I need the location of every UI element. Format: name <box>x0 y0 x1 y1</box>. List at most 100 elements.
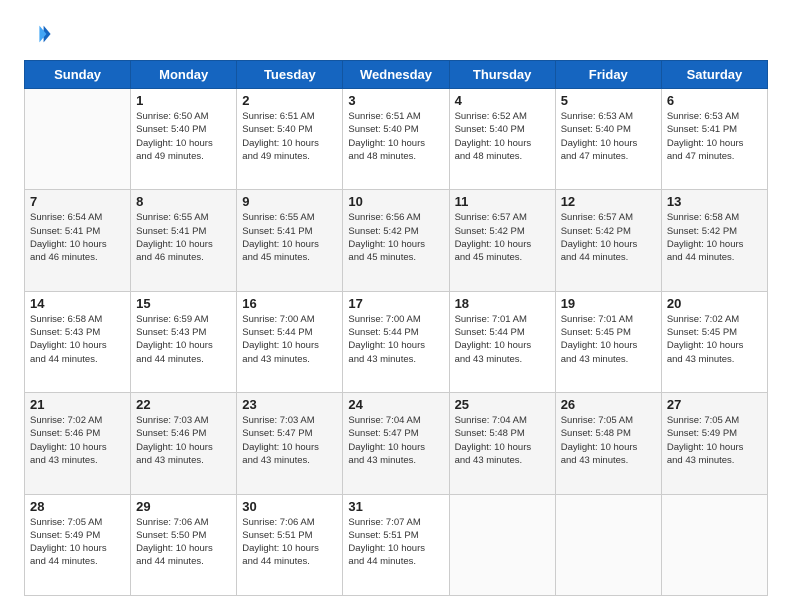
day-info: Sunrise: 7:00 AM Sunset: 5:44 PM Dayligh… <box>242 313 337 366</box>
calendar-cell: 3 Sunrise: 6:51 AM Sunset: 5:40 PM Daylig… <box>343 89 449 190</box>
day-number: 6 <box>667 93 762 108</box>
calendar-cell: 30 Sunrise: 7:06 AM Sunset: 5:51 PM Dayli… <box>237 494 343 595</box>
calendar-cell: 12 Sunrise: 6:57 AM Sunset: 5:42 PM Dayli… <box>555 190 661 291</box>
day-info: Sunrise: 6:51 AM Sunset: 5:40 PM Dayligh… <box>348 110 443 163</box>
day-info: Sunrise: 7:01 AM Sunset: 5:44 PM Dayligh… <box>455 313 550 366</box>
calendar-cell: 5 Sunrise: 6:53 AM Sunset: 5:40 PM Daylig… <box>555 89 661 190</box>
day-number: 20 <box>667 296 762 311</box>
calendar-cell: 20 Sunrise: 7:02 AM Sunset: 5:45 PM Dayli… <box>661 291 767 392</box>
day-number: 11 <box>455 194 550 209</box>
day-info: Sunrise: 7:05 AM Sunset: 5:49 PM Dayligh… <box>667 414 762 467</box>
calendar-cell: 21 Sunrise: 7:02 AM Sunset: 5:46 PM Dayli… <box>25 393 131 494</box>
day-info: Sunrise: 7:03 AM Sunset: 5:46 PM Dayligh… <box>136 414 231 467</box>
calendar-cell: 16 Sunrise: 7:00 AM Sunset: 5:44 PM Dayli… <box>237 291 343 392</box>
day-info: Sunrise: 6:51 AM Sunset: 5:40 PM Dayligh… <box>242 110 337 163</box>
header <box>24 20 768 48</box>
calendar-cell: 17 Sunrise: 7:00 AM Sunset: 5:44 PM Dayli… <box>343 291 449 392</box>
day-info: Sunrise: 6:50 AM Sunset: 5:40 PM Dayligh… <box>136 110 231 163</box>
day-info: Sunrise: 6:57 AM Sunset: 5:42 PM Dayligh… <box>455 211 550 264</box>
day-info: Sunrise: 7:06 AM Sunset: 5:51 PM Dayligh… <box>242 516 337 569</box>
calendar-cell: 31Sunrise: 7:07 AM Sunset: 5:51 PM Dayli… <box>343 494 449 595</box>
day-number: 25 <box>455 397 550 412</box>
day-number: 2 <box>242 93 337 108</box>
calendar-week-row: 7 Sunrise: 6:54 AM Sunset: 5:41 PM Daylig… <box>25 190 768 291</box>
calendar-cell: 1 Sunrise: 6:50 AM Sunset: 5:40 PM Daylig… <box>131 89 237 190</box>
day-info: Sunrise: 7:02 AM Sunset: 5:45 PM Dayligh… <box>667 313 762 366</box>
day-number: 26 <box>561 397 656 412</box>
calendar-cell: 14 Sunrise: 6:58 AM Sunset: 5:43 PM Dayli… <box>25 291 131 392</box>
logo <box>24 20 56 48</box>
calendar-cell: 27Sunrise: 7:05 AM Sunset: 5:49 PM Dayli… <box>661 393 767 494</box>
day-info: Sunrise: 7:06 AM Sunset: 5:50 PM Dayligh… <box>136 516 231 569</box>
calendar-cell: 19 Sunrise: 7:01 AM Sunset: 5:45 PM Dayli… <box>555 291 661 392</box>
calendar-cell <box>449 494 555 595</box>
day-header-wednesday: Wednesday <box>343 61 449 89</box>
day-number: 23 <box>242 397 337 412</box>
day-info: Sunrise: 7:07 AM Sunset: 5:51 PM Dayligh… <box>348 516 443 569</box>
day-info: Sunrise: 6:52 AM Sunset: 5:40 PM Dayligh… <box>455 110 550 163</box>
calendar-cell: 26 Sunrise: 7:05 AM Sunset: 5:48 PM Dayli… <box>555 393 661 494</box>
day-number: 7 <box>30 194 125 209</box>
logo-icon <box>24 20 52 48</box>
calendar-cell: 23 Sunrise: 7:03 AM Sunset: 5:47 PM Dayli… <box>237 393 343 494</box>
day-number: 17 <box>348 296 443 311</box>
day-info: Sunrise: 6:54 AM Sunset: 5:41 PM Dayligh… <box>30 211 125 264</box>
calendar-cell: 7 Sunrise: 6:54 AM Sunset: 5:41 PM Daylig… <box>25 190 131 291</box>
day-number: 19 <box>561 296 656 311</box>
day-info: Sunrise: 6:53 AM Sunset: 5:40 PM Dayligh… <box>561 110 656 163</box>
calendar-header-row: SundayMondayTuesdayWednesdayThursdayFrid… <box>25 61 768 89</box>
day-info: Sunrise: 7:00 AM Sunset: 5:44 PM Dayligh… <box>348 313 443 366</box>
calendar-cell: 25Sunrise: 7:04 AM Sunset: 5:48 PM Dayli… <box>449 393 555 494</box>
day-number: 3 <box>348 93 443 108</box>
day-number: 5 <box>561 93 656 108</box>
calendar-cell <box>25 89 131 190</box>
day-number: 15 <box>136 296 231 311</box>
day-info: Sunrise: 6:58 AM Sunset: 5:43 PM Dayligh… <box>30 313 125 366</box>
day-number: 14 <box>30 296 125 311</box>
day-number: 21 <box>30 397 125 412</box>
calendar-week-row: 28Sunrise: 7:05 AM Sunset: 5:49 PM Dayli… <box>25 494 768 595</box>
day-number: 1 <box>136 93 231 108</box>
day-number: 10 <box>348 194 443 209</box>
day-header-sunday: Sunday <box>25 61 131 89</box>
day-number: 13 <box>667 194 762 209</box>
day-number: 4 <box>455 93 550 108</box>
day-info: Sunrise: 7:05 AM Sunset: 5:48 PM Dayligh… <box>561 414 656 467</box>
day-number: 24 <box>348 397 443 412</box>
day-number: 16 <box>242 296 337 311</box>
day-number: 8 <box>136 194 231 209</box>
day-info: Sunrise: 6:53 AM Sunset: 5:41 PM Dayligh… <box>667 110 762 163</box>
calendar-cell <box>555 494 661 595</box>
calendar-week-row: 14 Sunrise: 6:58 AM Sunset: 5:43 PM Dayli… <box>25 291 768 392</box>
day-number: 12 <box>561 194 656 209</box>
day-number: 30 <box>242 499 337 514</box>
day-number: 28 <box>30 499 125 514</box>
calendar-cell: 29Sunrise: 7:06 AM Sunset: 5:50 PM Dayli… <box>131 494 237 595</box>
calendar-week-row: 1 Sunrise: 6:50 AM Sunset: 5:40 PM Daylig… <box>25 89 768 190</box>
calendar-cell: 22Sunrise: 7:03 AM Sunset: 5:46 PM Dayli… <box>131 393 237 494</box>
calendar-cell: 9Sunrise: 6:55 AM Sunset: 5:41 PM Daylig… <box>237 190 343 291</box>
calendar-cell: 28Sunrise: 7:05 AM Sunset: 5:49 PM Dayli… <box>25 494 131 595</box>
day-header-thursday: Thursday <box>449 61 555 89</box>
calendar-week-row: 21 Sunrise: 7:02 AM Sunset: 5:46 PM Dayli… <box>25 393 768 494</box>
page: SundayMondayTuesdayWednesdayThursdayFrid… <box>0 0 792 612</box>
calendar-cell: 6 Sunrise: 6:53 AM Sunset: 5:41 PM Daylig… <box>661 89 767 190</box>
calendar-cell: 4 Sunrise: 6:52 AM Sunset: 5:40 PM Daylig… <box>449 89 555 190</box>
calendar-cell: 10 Sunrise: 6:56 AM Sunset: 5:42 PM Dayli… <box>343 190 449 291</box>
day-info: Sunrise: 7:03 AM Sunset: 5:47 PM Dayligh… <box>242 414 337 467</box>
calendar-cell: 24Sunrise: 7:04 AM Sunset: 5:47 PM Dayli… <box>343 393 449 494</box>
day-info: Sunrise: 6:58 AM Sunset: 5:42 PM Dayligh… <box>667 211 762 264</box>
calendar-cell: 11 Sunrise: 6:57 AM Sunset: 5:42 PM Dayli… <box>449 190 555 291</box>
day-header-tuesday: Tuesday <box>237 61 343 89</box>
calendar-cell: 8 Sunrise: 6:55 AM Sunset: 5:41 PM Daylig… <box>131 190 237 291</box>
day-header-monday: Monday <box>131 61 237 89</box>
day-info: Sunrise: 7:02 AM Sunset: 5:46 PM Dayligh… <box>30 414 125 467</box>
day-info: Sunrise: 6:57 AM Sunset: 5:42 PM Dayligh… <box>561 211 656 264</box>
day-info: Sunrise: 6:55 AM Sunset: 5:41 PM Dayligh… <box>136 211 231 264</box>
day-info: Sunrise: 6:55 AM Sunset: 5:41 PM Dayligh… <box>242 211 337 264</box>
day-info: Sunrise: 6:56 AM Sunset: 5:42 PM Dayligh… <box>348 211 443 264</box>
day-info: Sunrise: 7:01 AM Sunset: 5:45 PM Dayligh… <box>561 313 656 366</box>
day-number: 18 <box>455 296 550 311</box>
day-info: Sunrise: 6:59 AM Sunset: 5:43 PM Dayligh… <box>136 313 231 366</box>
calendar-cell: 18 Sunrise: 7:01 AM Sunset: 5:44 PM Dayli… <box>449 291 555 392</box>
